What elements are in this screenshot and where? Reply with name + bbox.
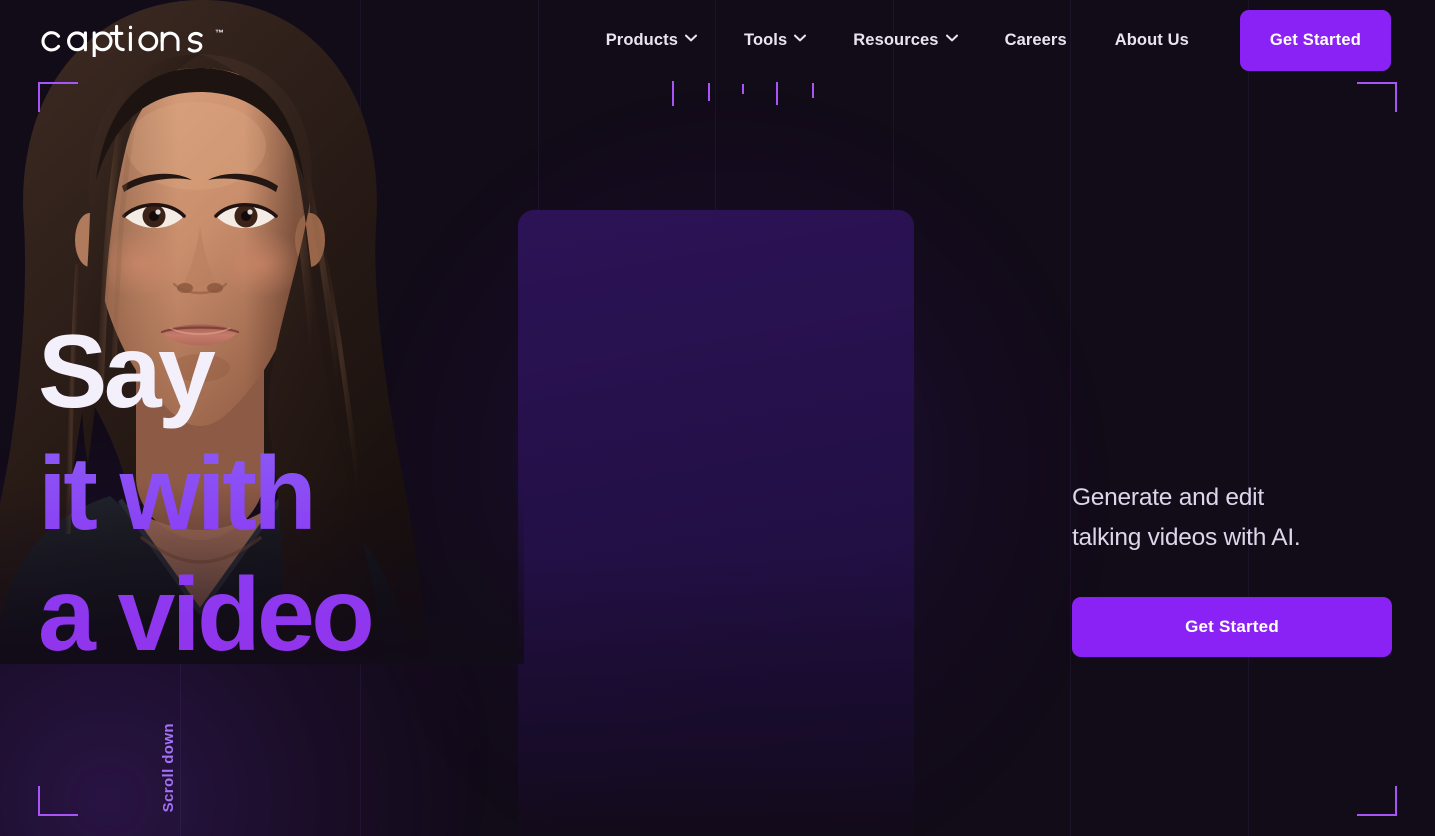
nav-item-about-us[interactable]: About Us: [1091, 21, 1213, 60]
hero-media-panel: [518, 210, 914, 836]
nav-label: About Us: [1114, 30, 1189, 49]
subheadline-line-2: talking videos with AI.: [1072, 523, 1301, 551]
nav-label: Resources: [853, 30, 939, 49]
chevron-down-icon: [685, 34, 697, 45]
chevron-down-icon: [945, 34, 958, 45]
site-header: ™ Products Tools Resources Careers About…: [0, 0, 1435, 80]
grid-line: [1248, 0, 1249, 836]
nav-item-products[interactable]: Products: [582, 21, 720, 60]
headline-line-2: it with: [38, 434, 371, 556]
headline-line-1: Say: [38, 314, 216, 430]
scroll-down-indicator[interactable]: Scroll down: [160, 723, 177, 812]
tick-mark: [812, 83, 814, 98]
headline-line-3: a video: [38, 555, 375, 677]
hero-subheadline: Generate and edit talking videos with AI…: [1072, 478, 1382, 557]
nav-item-careers[interactable]: Careers: [981, 21, 1091, 60]
nav-item-resources[interactable]: Resources: [829, 21, 980, 60]
corner-bracket-top-left: [38, 82, 78, 112]
hero-headline: Say it with a video: [38, 312, 375, 677]
hero-right-column: Generate and edit talking videos with AI…: [1072, 478, 1392, 658]
tick-mark: [672, 81, 674, 106]
corner-bracket-bottom-right: [1357, 786, 1397, 816]
nav-item-tools[interactable]: Tools: [720, 21, 829, 60]
tick-mark: [742, 84, 744, 94]
landing-page: ™ Products Tools Resources Careers About…: [0, 0, 1435, 836]
trademark-symbol: ™: [215, 28, 225, 38]
logo-captions[interactable]: ™: [38, 23, 224, 57]
header-get-started-button[interactable]: Get Started: [1239, 9, 1391, 71]
subheadline-line-1: Generate and edit: [1072, 484, 1264, 511]
hero-get-started-button[interactable]: Get Started: [1072, 597, 1392, 658]
tick-mark: [776, 82, 778, 105]
nav-label: Careers: [1004, 30, 1067, 49]
grid-line: [1070, 0, 1071, 836]
corner-bracket-top-right: [1357, 82, 1397, 112]
chevron-down-icon: [794, 34, 807, 45]
corner-bracket-bottom-left: [38, 786, 78, 816]
nav-label: Products: [605, 30, 678, 49]
main-navigation: Products Tools Resources Careers About U…: [582, 9, 1391, 71]
nav-label: Tools: [744, 30, 788, 49]
tick-mark: [708, 83, 710, 101]
captions-wordmark-icon: [41, 24, 203, 57]
